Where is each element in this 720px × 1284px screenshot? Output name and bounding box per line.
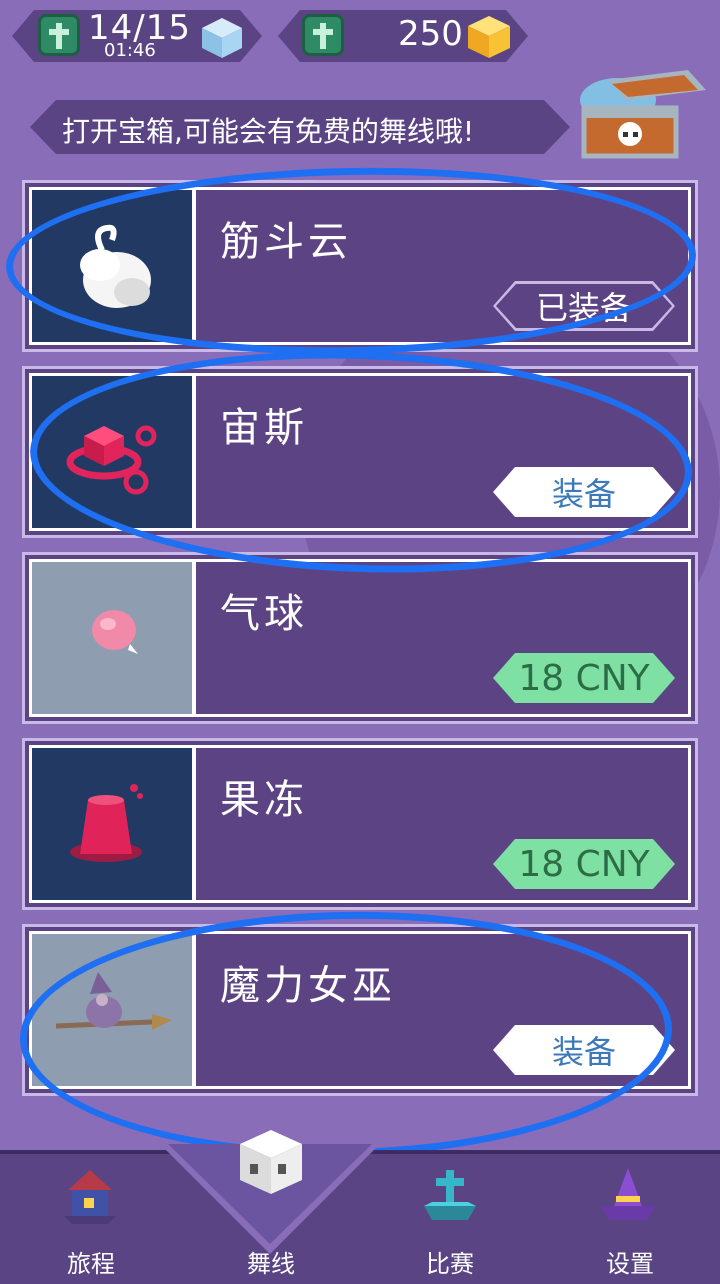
- list-item[interactable]: 魔力女巫 装备: [22, 924, 698, 1096]
- coin-count: 250: [398, 14, 463, 54]
- item-thumbnail: [32, 748, 192, 900]
- cloud-icon: [80, 224, 151, 308]
- price-button[interactable]: 18 CNY: [493, 653, 675, 703]
- item-name: 果冻: [220, 777, 308, 823]
- list-item[interactable]: 果冻 18 CNY: [22, 738, 698, 910]
- nav-journey-label[interactable]: 旅程: [31, 1244, 151, 1279]
- equip-button[interactable]: 装备: [493, 467, 675, 517]
- tip-banner-text: 打开宝箱,可能会有免费的舞线哦!: [62, 115, 475, 148]
- nav-settings-label[interactable]: 设置: [570, 1244, 690, 1279]
- blue-cube-icon: [202, 18, 242, 58]
- witch-icon: [55, 972, 172, 1030]
- list-item[interactable]: 气球 18 CNY: [22, 552, 698, 724]
- item-thumbnail: [32, 934, 192, 1086]
- item-thumbnail: [32, 562, 192, 714]
- nav-match-label[interactable]: 比赛: [390, 1244, 510, 1279]
- grave-cross-icon[interactable]: [38, 14, 80, 56]
- item-thumbnail: [32, 190, 192, 342]
- item-name: 宙斯: [220, 405, 308, 451]
- zeus-cube-icon: [66, 425, 157, 495]
- equip-button[interactable]: 装备: [493, 1025, 675, 1075]
- list-item[interactable]: 筋斗云 已装备: [22, 180, 698, 352]
- lives-timer: 01:46: [104, 40, 156, 61]
- grave-cross-icon[interactable]: [302, 14, 344, 56]
- item-name: 筋斗云: [220, 219, 352, 265]
- item-name: 气球: [220, 591, 308, 637]
- list-item[interactable]: 宙斯 装备: [22, 366, 698, 538]
- balloon-icon: [92, 610, 138, 654]
- item-name: 魔力女巫: [220, 963, 396, 1009]
- nav-dance-line-label[interactable]: 舞线: [211, 1244, 331, 1279]
- house-icon[interactable]: [60, 1168, 120, 1228]
- tombstone-icon[interactable]: [420, 1166, 480, 1226]
- skull-icon[interactable]: [236, 1128, 306, 1200]
- item-thumbnail: [32, 376, 192, 528]
- wizard-hat-icon[interactable]: [598, 1166, 658, 1226]
- equipped-badge: 已装备: [493, 281, 675, 331]
- jelly-icon: [70, 784, 143, 862]
- treasure-chest-icon[interactable]: [578, 70, 708, 160]
- price-button[interactable]: 18 CNY: [493, 839, 675, 889]
- gold-cube-icon: [468, 16, 510, 58]
